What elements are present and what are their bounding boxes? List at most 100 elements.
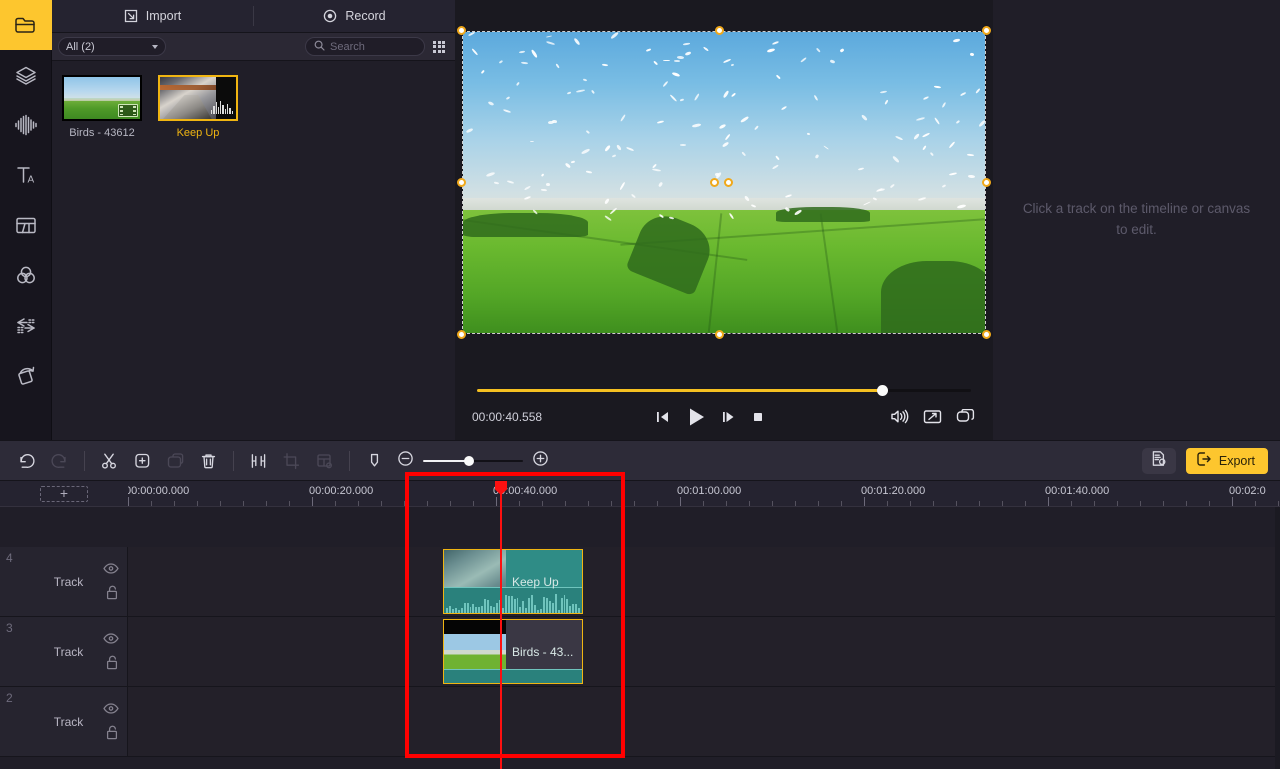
media-thumbnail[interactable] <box>62 75 142 121</box>
media-item-keep-up[interactable]: Keep Up <box>158 75 238 139</box>
canvas-handle-ml[interactable] <box>457 177 466 187</box>
ruler-minor-tick <box>1117 501 1118 506</box>
split-button[interactable] <box>93 440 126 481</box>
zoom-slider[interactable] <box>423 454 523 468</box>
bird <box>676 55 684 59</box>
canvas-handle-tl[interactable] <box>457 26 466 35</box>
delete-button[interactable] <box>192 440 225 481</box>
timeline-clip[interactable]: Keep Up <box>443 549 583 614</box>
timeline-scrollbar[interactable] <box>1275 507 1280 769</box>
eye-icon[interactable] <box>103 561 119 579</box>
sidebar-item-titles[interactable]: A <box>0 150 52 200</box>
bird <box>933 85 941 88</box>
crop-button[interactable] <box>275 440 308 481</box>
track-header[interactable]: 4 Track <box>0 547 128 616</box>
fullscreen-button[interactable] <box>923 409 942 429</box>
canvas-handle-bc[interactable] <box>715 330 724 339</box>
copy-button[interactable] <box>159 440 192 481</box>
canvas-handle-tc-a[interactable] <box>715 26 724 35</box>
trash-icon <box>199 452 218 470</box>
media-panel: Import Record All (2) Search Birds - 436… <box>52 0 455 440</box>
preview-controls: 00:00:40.558 <box>455 404 993 434</box>
export-button[interactable]: Export <box>1185 447 1268 474</box>
seek-handle[interactable] <box>877 385 889 396</box>
ruler-minor-tick <box>1094 501 1095 506</box>
marker-button[interactable] <box>358 440 391 481</box>
ruler-minor-tick <box>289 501 290 506</box>
unlock-icon[interactable] <box>105 725 119 745</box>
left-icon-rail: A <box>0 0 52 440</box>
next-frame-button[interactable] <box>721 409 737 430</box>
preview-canvas[interactable] <box>457 26 991 339</box>
stop-button[interactable] <box>751 410 765 429</box>
canvas-handle-bl[interactable] <box>457 330 466 339</box>
seek-fill <box>477 389 883 392</box>
track-lane[interactable]: Birds - 43... <box>128 617 1280 686</box>
timeline-track-row: 4 Track Keep Up <box>0 547 1280 617</box>
zoom-in-icon[interactable] <box>532 450 549 472</box>
zoom-out-icon[interactable] <box>397 450 414 472</box>
playhead[interactable] <box>495 481 507 769</box>
sidebar-item-media-library[interactable] <box>0 0 52 50</box>
track-header[interactable]: 2 Track <box>0 687 128 756</box>
add-track-button[interactable]: + <box>40 485 88 502</box>
project-settings-button[interactable] <box>1141 447 1176 474</box>
sidebar-item-motion[interactable] <box>0 350 52 400</box>
clip-label: Birds - 43... <box>512 644 574 659</box>
unlock-icon[interactable] <box>105 655 119 675</box>
media-item-birds[interactable]: Birds - 43612 <box>62 75 142 139</box>
ruler-minor-tick <box>243 501 244 506</box>
ruler-minor-tick <box>381 501 382 506</box>
expand-icon <box>923 409 942 429</box>
sidebar-item-effects[interactable] <box>0 250 52 300</box>
track-number: 2 <box>6 691 13 705</box>
canvas-handle-tr[interactable] <box>982 26 991 35</box>
color-circles-icon <box>13 263 39 287</box>
timeline-clip[interactable]: Birds - 43... <box>443 619 583 684</box>
add-marker-button[interactable] <box>126 440 159 481</box>
eye-icon[interactable] <box>103 631 119 649</box>
canvas-handle-br[interactable] <box>982 330 991 339</box>
sidebar-item-stickers[interactable] <box>0 50 52 100</box>
add-track-label: + <box>59 485 69 501</box>
search-box[interactable] <box>305 37 425 56</box>
preview-seek-bar[interactable] <box>477 382 971 400</box>
play-button[interactable] <box>685 406 707 433</box>
snapshot-button[interactable] <box>956 408 975 430</box>
canvas-handle-center-a[interactable] <box>710 177 719 187</box>
timeline-ruler[interactable]: 00:00:00.000 00:00:20.000 00:00:40.000 00:0… <box>128 481 1280 507</box>
film-badge-icon <box>118 104 138 117</box>
canvas-handle-mr[interactable] <box>982 177 991 187</box>
redo-icon <box>50 452 69 470</box>
track-lane[interactable] <box>128 687 1280 756</box>
ruler-major-tick <box>864 497 865 506</box>
zoom-slider-handle[interactable] <box>464 455 474 466</box>
search-input[interactable] <box>330 40 418 53</box>
sidebar-item-transitions[interactable] <box>0 300 52 350</box>
track-lane[interactable]: Keep Up <box>128 547 1280 616</box>
tab-import[interactable]: Import <box>52 0 253 33</box>
sidebar-item-split-screen[interactable] <box>0 200 52 250</box>
sidebar-item-audio[interactable] <box>0 100 52 150</box>
previous-frame-button[interactable] <box>655 409 671 430</box>
track-number: 4 <box>6 551 13 565</box>
aspect-button[interactable] <box>308 440 341 481</box>
eye-icon[interactable] <box>103 701 119 719</box>
tab-record[interactable]: Record <box>254 0 455 33</box>
media-item-label: Keep Up <box>176 127 220 139</box>
unlock-icon[interactable] <box>105 585 119 605</box>
volume-button[interactable] <box>890 408 909 430</box>
redo-button[interactable] <box>43 440 76 481</box>
grid-view-icon[interactable] <box>433 40 445 53</box>
track-header[interactable]: 3 Track <box>0 617 128 686</box>
ruler-minor-tick <box>887 501 888 506</box>
undo-button[interactable] <box>10 440 43 481</box>
ruler-label: 00:00:20.000 <box>309 485 374 497</box>
trim-button[interactable] <box>242 440 275 481</box>
media-filter-select[interactable]: All (2) <box>58 37 166 56</box>
canvas-handle-center-b[interactable] <box>724 177 733 187</box>
ruler-label: 00:00:00.000 <box>128 485 190 497</box>
play-icon <box>685 406 707 433</box>
step-forward-icon <box>721 409 737 430</box>
media-thumbnail[interactable] <box>158 75 238 121</box>
